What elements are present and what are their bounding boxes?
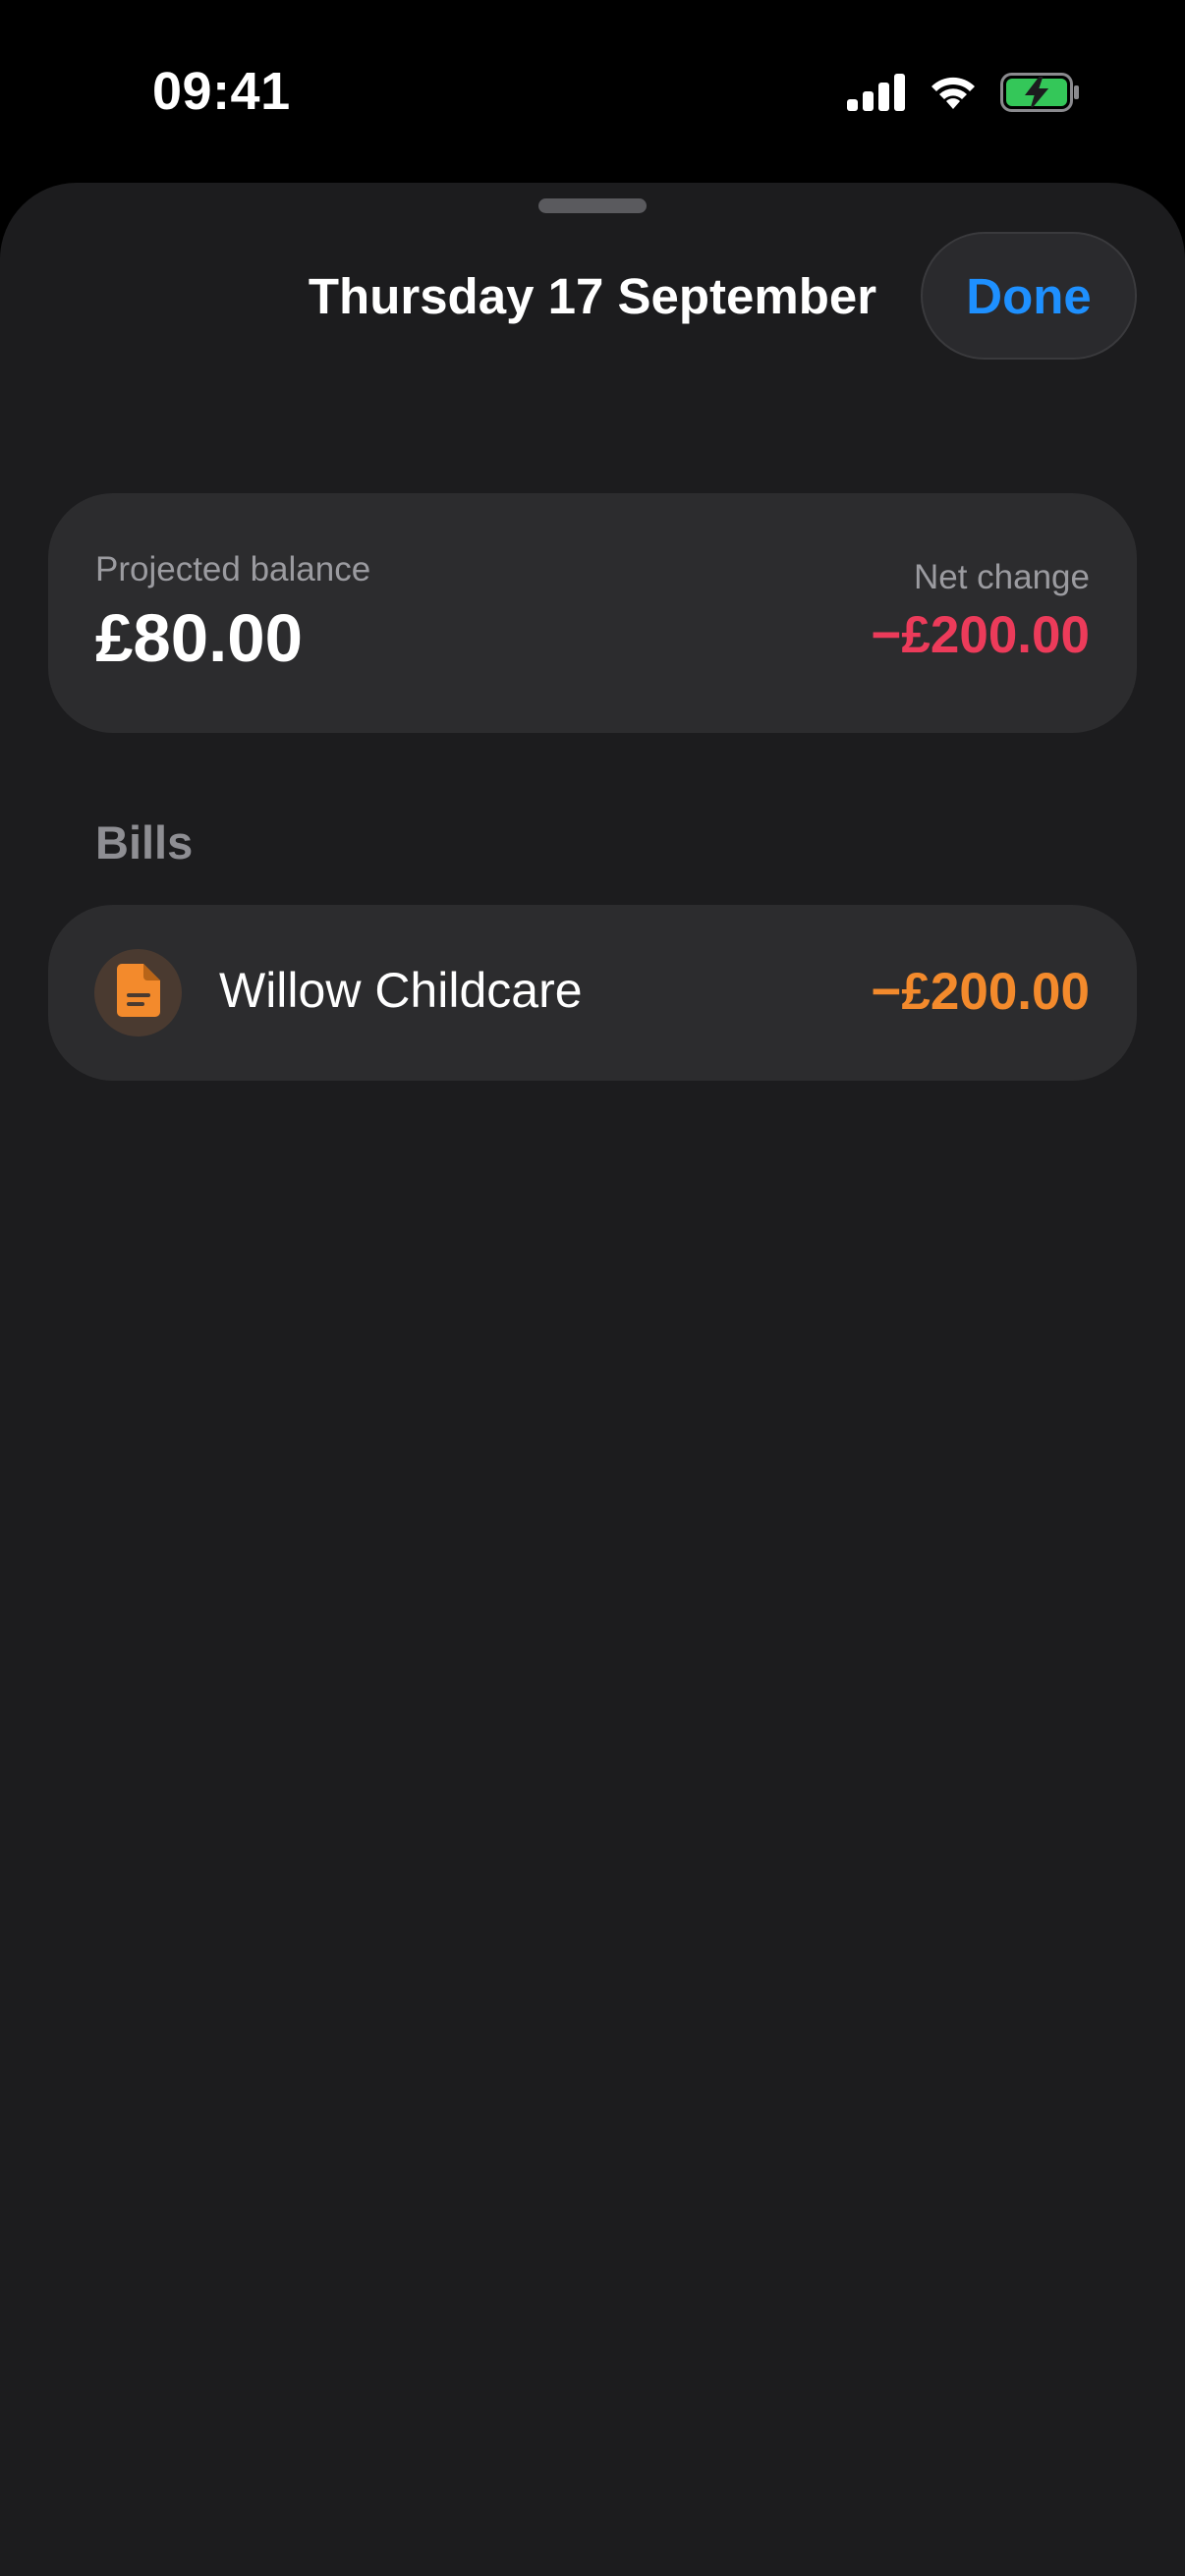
bill-amount: −£200.00 xyxy=(871,963,1090,1021)
bill-name: Willow Childcare xyxy=(219,963,583,1018)
bill-row-willow-childcare[interactable]: Willow Childcare −£200.00 xyxy=(48,905,1137,1081)
battery-charging-icon xyxy=(1000,73,1081,112)
net-change-label: Net change xyxy=(913,558,1090,596)
status-bar: 09:41 xyxy=(0,0,1185,183)
signal-icon xyxy=(847,74,906,111)
bills-section-header: Bills xyxy=(95,816,194,868)
net-change-value: −£200.00 xyxy=(871,606,1090,664)
done-button[interactable]: Done xyxy=(921,232,1137,360)
balance-summary-card: Projected balance £80.00 Net change −£20… xyxy=(48,493,1137,733)
wifi-icon xyxy=(928,74,979,111)
status-time: 09:41 xyxy=(152,62,291,121)
projected-balance-label: Projected balance xyxy=(95,550,371,588)
status-icons xyxy=(847,73,1081,112)
day-detail-sheet: Thursday 17 September Done Projected bal… xyxy=(0,183,1185,2576)
screen: 09:41 Thursday 17 September Done Project… xyxy=(0,0,1185,2576)
bill-icon-badge xyxy=(94,949,182,1036)
projected-balance-value: £80.00 xyxy=(95,600,304,676)
sheet-grabber[interactable] xyxy=(538,198,647,213)
document-icon xyxy=(116,964,160,1022)
